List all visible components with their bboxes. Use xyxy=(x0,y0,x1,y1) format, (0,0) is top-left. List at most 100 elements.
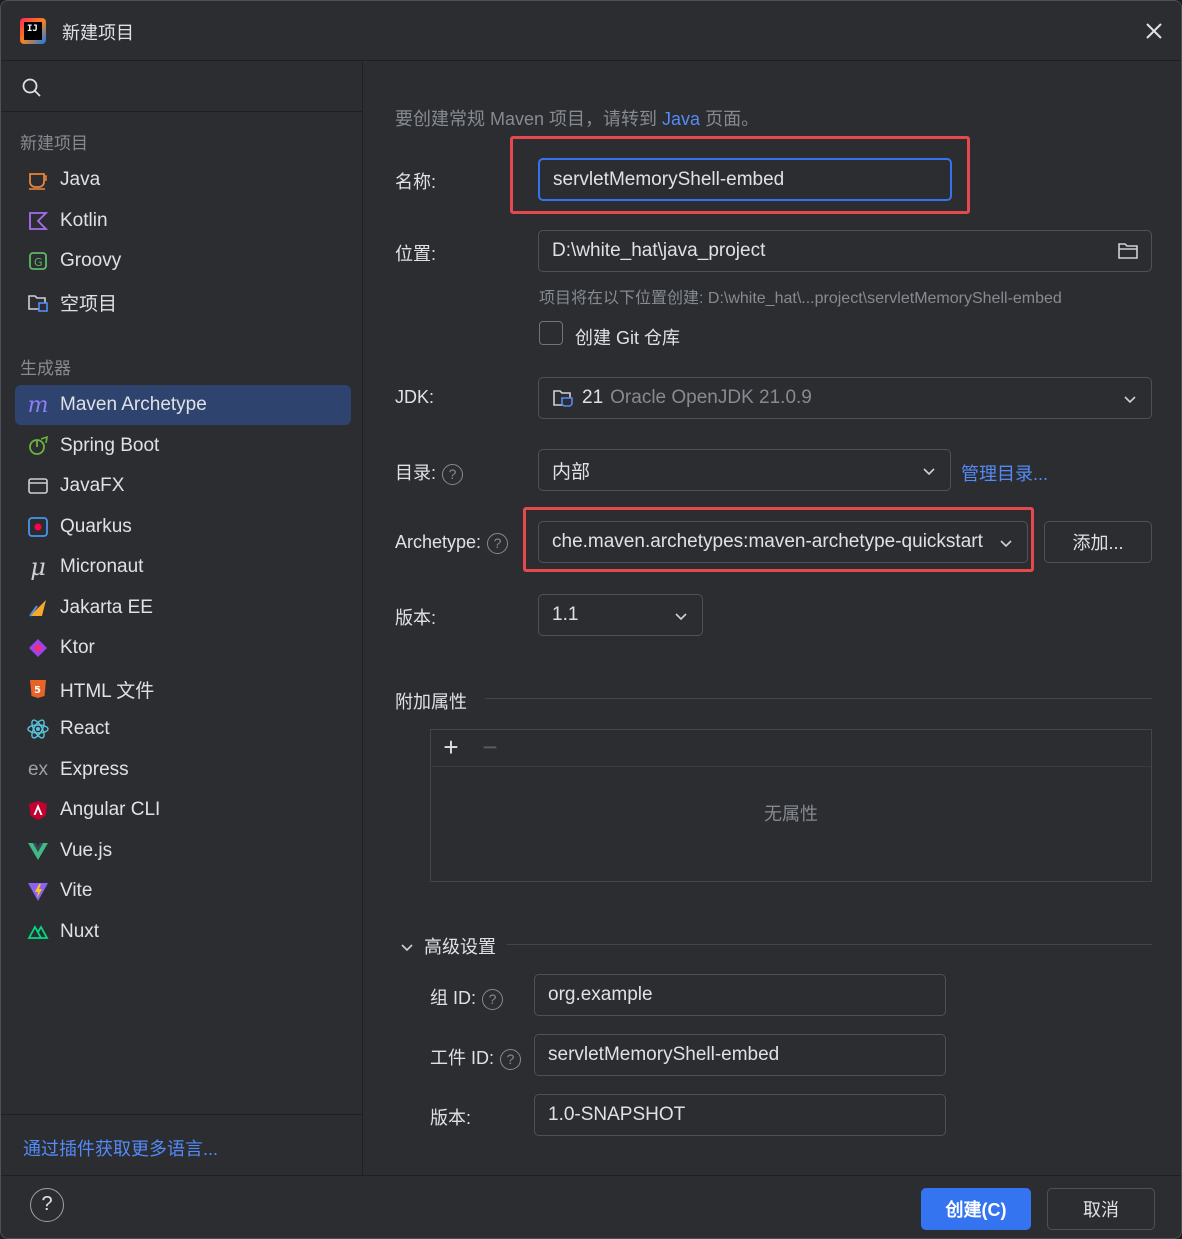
folder-icon[interactable] xyxy=(1117,241,1139,261)
maven-hint: 要创建常规 Maven 项目，请转到 Java 页面。 xyxy=(395,105,759,131)
close-icon xyxy=(1146,23,1162,39)
sidebar-item-kotlin[interactable]: Kotlin xyxy=(15,201,351,241)
location-value: D:\white_hat\java_project xyxy=(552,240,766,261)
chevron-down-icon xyxy=(401,944,413,952)
close-button[interactable] xyxy=(1141,18,1167,44)
sidebar-item-vue[interactable]: Vue.js xyxy=(15,831,351,871)
remove-property-button[interactable]: − xyxy=(476,734,504,762)
archetype-value: che.maven.archetypes:maven-archetype-qui… xyxy=(552,531,983,552)
groovy-icon: G xyxy=(26,249,50,273)
sidebar-item-label: Express xyxy=(60,759,129,780)
create-git-checkbox[interactable] xyxy=(539,321,563,345)
name-input[interactable]: servletMemoryShell-embed xyxy=(538,158,952,201)
sidebar-item-label: Ktor xyxy=(60,637,95,658)
jdk-version: 21 xyxy=(582,387,604,408)
manage-catalogs-link[interactable]: 管理目录... xyxy=(961,460,1048,486)
vue-icon xyxy=(26,839,50,863)
sidebar-item-micronaut[interactable]: μ Micronaut xyxy=(15,547,351,587)
maven-icon: m xyxy=(27,392,49,418)
help-button[interactable]: ? xyxy=(30,1188,64,1222)
version-label: 版本: xyxy=(395,608,437,628)
sidebar-item-spring-boot[interactable]: Spring Boot xyxy=(15,426,351,466)
dialog-button-bar: ? 创建(C) 取消 xyxy=(1,1175,1181,1238)
sidebar-item-nuxt[interactable]: Nuxt xyxy=(15,912,351,952)
cancel-button[interactable]: 取消 xyxy=(1047,1188,1155,1230)
create-git-label: 创建 Git 仓库 xyxy=(575,328,681,348)
sidebar-item-javafx[interactable]: JavaFX xyxy=(15,466,351,506)
sidebar-item-label: Angular CLI xyxy=(60,799,161,820)
jdk-folder-icon xyxy=(553,390,573,407)
sidebar-item-label: Groovy xyxy=(60,250,122,271)
sidebar-item-label: Vite xyxy=(60,880,93,901)
empty-properties-text: 无属性 xyxy=(764,804,818,824)
sidebar-item-label: Spring Boot xyxy=(60,435,160,456)
sidebar-item-label: Maven Archetype xyxy=(60,394,207,415)
help-icon[interactable]: ? xyxy=(442,463,464,485)
help-icon[interactable]: ? xyxy=(500,1048,522,1070)
sidebar-item-label: HTML 文件 xyxy=(60,680,155,702)
advanced-version-input[interactable]: 1.0-SNAPSHOT xyxy=(534,1094,946,1136)
sidebar-item-label: Jakarta EE xyxy=(60,597,153,618)
sidebar-item-maven-archetype[interactable]: m Maven Archetype xyxy=(15,385,351,425)
create-button[interactable]: 创建(C) xyxy=(921,1188,1031,1230)
sidebar-footer: 通过插件获取更多语言... xyxy=(1,1114,362,1175)
nuxt-icon xyxy=(26,920,50,944)
sidebar-item-label: Vue.js xyxy=(60,840,113,861)
location-input[interactable]: D:\white_hat\java_project xyxy=(538,230,1152,272)
sidebar: 新建项目 Java Kotlin G Groovy 空项目 生成器 m Mave… xyxy=(1,62,363,1175)
artifact-id-input[interactable]: servletMemoryShell-embed xyxy=(534,1034,946,1076)
search-icon xyxy=(22,78,41,97)
sidebar-item-vite[interactable]: Vite xyxy=(15,871,351,911)
new-project-dialog: IJ 新建项目 新建项目 Java Kotlin G Groovy 空项目 生成… xyxy=(0,0,1182,1239)
version-value: 1.1 xyxy=(552,604,579,625)
location-label: 位置: xyxy=(395,244,437,264)
java-page-link[interactable]: Java xyxy=(662,109,700,129)
catalog-value: 内部 xyxy=(552,461,591,483)
add-property-button[interactable]: + xyxy=(437,734,465,762)
catalog-label: 目录:? xyxy=(395,459,464,485)
hint-text: 要创建常规 Maven 项目，请转到 xyxy=(395,109,663,129)
jdk-select[interactable]: 21 Oracle OpenJDK 21.0.9 xyxy=(538,377,1152,419)
sidebar-item-react[interactable]: React xyxy=(15,709,351,749)
sidebar-item-label: Micronaut xyxy=(60,556,144,577)
sidebar-item-jakarta-ee[interactable]: Jakarta EE xyxy=(15,588,351,628)
sidebar-item-label: Quarkus xyxy=(60,516,132,537)
sidebar-item-label: Nuxt xyxy=(60,921,100,942)
hint-text: 页面。 xyxy=(700,109,760,129)
sidebar-item-html[interactable]: 5 HTML 文件 xyxy=(15,669,351,709)
dialog-title: 新建项目 xyxy=(62,23,134,43)
sidebar-item-quarkus[interactable]: Quarkus xyxy=(15,507,351,547)
get-more-languages-link[interactable]: 通过插件获取更多语言... xyxy=(23,1135,218,1161)
version-select[interactable]: 1.1 xyxy=(538,594,703,636)
micronaut-icon: μ xyxy=(30,553,46,581)
sidebar-item-java[interactable]: Java xyxy=(15,160,351,200)
group-id-input[interactable]: org.example xyxy=(534,974,946,1016)
divider xyxy=(485,698,1152,699)
sidebar-item-label: Java xyxy=(60,169,101,190)
sidebar-item-express[interactable]: ex Express xyxy=(15,750,351,790)
chevron-down-icon xyxy=(1000,540,1012,548)
location-hint: 项目将在以下位置创建: D:\white_hat\...project\serv… xyxy=(539,290,1062,307)
sidebar-item-ktor[interactable]: Ktor xyxy=(15,628,351,668)
jdk-label: JDK: xyxy=(395,387,435,407)
add-archetype-button[interactable]: 添加... xyxy=(1044,521,1152,563)
catalog-select[interactable]: 内部 xyxy=(538,449,951,491)
angular-icon xyxy=(26,798,50,822)
advanced-settings-toggle[interactable]: 高级设置 xyxy=(400,933,496,959)
archetype-select[interactable]: che.maven.archetypes:maven-archetype-qui… xyxy=(538,521,1028,563)
jdk-name: Oracle OpenJDK 21.0.9 xyxy=(610,387,812,408)
kotlin-icon xyxy=(26,209,50,233)
svg-text:G: G xyxy=(34,256,43,269)
chevron-down-icon xyxy=(1124,396,1136,404)
group-id-label: 组 ID:? xyxy=(430,984,504,1010)
help-icon[interactable]: ? xyxy=(482,988,504,1010)
sidebar-item-label: Kotlin xyxy=(60,210,108,231)
help-icon[interactable]: ? xyxy=(487,532,509,554)
sidebar-item-angular[interactable]: Angular CLI xyxy=(15,790,351,830)
sidebar-item-groovy[interactable]: G Groovy xyxy=(15,241,351,281)
vite-icon xyxy=(26,879,50,903)
sidebar-search[interactable] xyxy=(1,62,362,112)
chevron-down-icon xyxy=(923,468,935,476)
svg-text:5: 5 xyxy=(34,685,41,696)
sidebar-item-empty-project[interactable]: 空项目 xyxy=(15,282,351,322)
